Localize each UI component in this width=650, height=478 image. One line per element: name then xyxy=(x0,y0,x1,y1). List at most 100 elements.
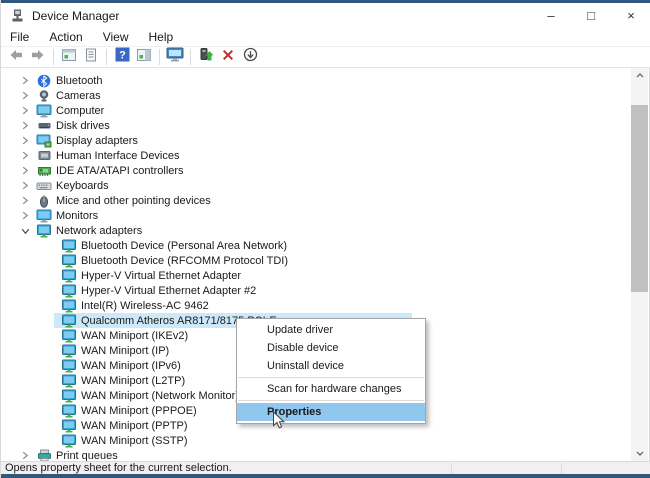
tree-item-label: Mice and other pointing devices xyxy=(56,195,211,207)
window-bottom-border xyxy=(1,474,650,478)
chevron-right-icon[interactable] xyxy=(19,451,31,461)
help-button[interactable]: ? xyxy=(111,48,133,67)
mouse-icon xyxy=(36,194,52,208)
tree-item-hyper-v-virtual-ethernet-adapter-2[interactable]: Hyper-V Virtual Ethernet Adapter #2 xyxy=(2,283,634,298)
net-icon xyxy=(61,299,77,313)
net-icon xyxy=(61,254,77,268)
tree-item-bluetooth[interactable]: Bluetooth xyxy=(2,73,634,88)
tree-item-intel-r-wireless-ac-9462[interactable]: Intel(R) Wireless-AC 9462 xyxy=(2,298,634,313)
console-tree-button[interactable] xyxy=(58,48,80,67)
chevron-right-icon[interactable] xyxy=(19,181,31,191)
maximize-button[interactable]: □ xyxy=(571,3,611,28)
properties-doc-icon xyxy=(83,48,99,67)
tree-item-computer[interactable]: Computer xyxy=(2,103,634,118)
context-menu-separator xyxy=(238,377,424,378)
computer-monitor-icon xyxy=(166,47,184,67)
camera-icon xyxy=(36,89,52,103)
tree-item-wan-miniport-sstp[interactable]: WAN Miniport (SSTP) xyxy=(2,433,634,448)
net-icon xyxy=(61,404,77,418)
back-button[interactable] xyxy=(5,48,27,67)
tree-item-label: Bluetooth Device (Personal Area Network) xyxy=(81,240,287,252)
net-icon xyxy=(61,269,77,283)
close-button[interactable]: × xyxy=(611,3,650,28)
net-icon xyxy=(61,374,77,388)
toolbar-separator xyxy=(190,49,191,65)
scroll-up-icon[interactable] xyxy=(631,68,648,83)
keyboard-icon xyxy=(36,179,52,193)
remote-computer-button[interactable] xyxy=(164,48,186,67)
menu-action[interactable]: Action xyxy=(39,28,92,46)
net-icon xyxy=(61,344,77,358)
properties-button[interactable] xyxy=(80,48,102,67)
tree-item-disk-drives[interactable]: Disk drives xyxy=(2,118,634,133)
context-menu-item-scan-for-hardware-changes[interactable]: Scan for hardware changes xyxy=(237,380,425,398)
disk-icon xyxy=(36,119,52,133)
tree-item-display-adapters[interactable]: Display adapters xyxy=(2,133,634,148)
vertical-scrollbar[interactable] xyxy=(631,68,648,461)
menu-file[interactable]: File xyxy=(1,28,39,46)
action-pane-button[interactable] xyxy=(133,48,155,67)
tree-item-label: Cameras xyxy=(56,90,101,102)
tree-item-print-queues[interactable]: Print queues xyxy=(2,448,634,461)
hid-icon xyxy=(36,149,52,163)
monitor-icon xyxy=(36,104,52,118)
tree-item-label: Disk drives xyxy=(56,120,110,132)
context-menu: Update driverDisable deviceUninstall dev… xyxy=(236,318,426,424)
context-menu-item-properties[interactable]: Properties xyxy=(237,403,425,421)
monitor-icon xyxy=(36,209,52,223)
display-icon xyxy=(36,134,52,148)
chevron-right-icon[interactable] xyxy=(19,166,31,176)
chevron-right-icon[interactable] xyxy=(19,106,31,116)
tree-item-human-interface-devices[interactable]: Human Interface Devices xyxy=(2,148,634,163)
tree-item-bluetooth-device-rfcomm-protocol-tdi[interactable]: Bluetooth Device (RFCOMM Protocol TDI) xyxy=(2,253,634,268)
tree-item-hyper-v-virtual-ethernet-adapter[interactable]: Hyper-V Virtual Ethernet Adapter xyxy=(2,268,634,283)
tree-item-label: WAN Miniport (IPv6) xyxy=(81,360,181,372)
mouse-cursor xyxy=(272,411,285,435)
scroll-down-icon[interactable] xyxy=(631,446,648,461)
tree-item-label: IDE ATA/ATAPI controllers xyxy=(56,165,184,177)
tree-item-label: WAN Miniport (PPTP) xyxy=(81,420,188,432)
chevron-right-icon[interactable] xyxy=(19,211,31,221)
tree-item-keyboards[interactable]: Keyboards xyxy=(2,178,634,193)
tree-item-ide-ata-atapi-controllers[interactable]: IDE ATA/ATAPI controllers xyxy=(2,163,634,178)
scrollbar-thumb[interactable] xyxy=(631,105,648,292)
tree-item-mice-and-other-pointing-devices[interactable]: Mice and other pointing devices xyxy=(2,193,634,208)
window-title: Device Manager xyxy=(32,9,119,23)
tree-item-label: WAN Miniport (IKEv2) xyxy=(81,330,188,342)
menu-help[interactable]: Help xyxy=(139,28,184,46)
chevron-right-icon[interactable] xyxy=(19,136,31,146)
title-bar: Device Manager – □ × xyxy=(1,3,650,28)
context-menu-item-uninstall-device[interactable]: Uninstall device xyxy=(237,357,425,375)
update-driver-button[interactable] xyxy=(195,48,217,67)
chevron-right-icon[interactable] xyxy=(19,76,31,86)
tree-item-bluetooth-device-personal-area-network[interactable]: Bluetooth Device (Personal Area Network) xyxy=(2,238,634,253)
chevron-right-icon[interactable] xyxy=(19,196,31,206)
toolbar-separator xyxy=(159,49,160,65)
forward-button[interactable] xyxy=(27,48,49,67)
chevron-right-icon[interactable] xyxy=(19,121,31,131)
toolbar-separator xyxy=(106,49,107,65)
tree-item-label: WAN Miniport (IP) xyxy=(81,345,169,357)
tree-item-label: Bluetooth xyxy=(56,75,102,87)
uninstall-button[interactable] xyxy=(217,48,239,67)
chevron-right-icon[interactable] xyxy=(19,151,31,161)
arrow-right-icon xyxy=(30,48,46,67)
bluetooth-icon xyxy=(36,74,52,88)
tree-item-network-adapters[interactable]: Network adapters xyxy=(2,223,634,238)
menu-view[interactable]: View xyxy=(93,28,139,46)
chevron-down-icon[interactable] xyxy=(19,226,31,236)
disable-button[interactable] xyxy=(239,48,261,67)
tree-item-monitors[interactable]: Monitors xyxy=(2,208,634,223)
context-menu-separator xyxy=(238,400,424,401)
context-menu-item-disable-device[interactable]: Disable device xyxy=(237,339,425,357)
action-window-icon xyxy=(136,48,152,67)
net-icon xyxy=(61,239,77,253)
tree-item-cameras[interactable]: Cameras xyxy=(2,88,634,103)
ide-icon xyxy=(36,164,52,178)
arrow-left-icon xyxy=(8,48,24,67)
minimize-button[interactable]: – xyxy=(531,3,571,28)
context-menu-item-update-driver[interactable]: Update driver xyxy=(237,321,425,339)
chevron-right-icon[interactable] xyxy=(19,91,31,101)
tree-item-label: Network adapters xyxy=(56,225,142,237)
tree-item-label: Monitors xyxy=(56,210,98,222)
